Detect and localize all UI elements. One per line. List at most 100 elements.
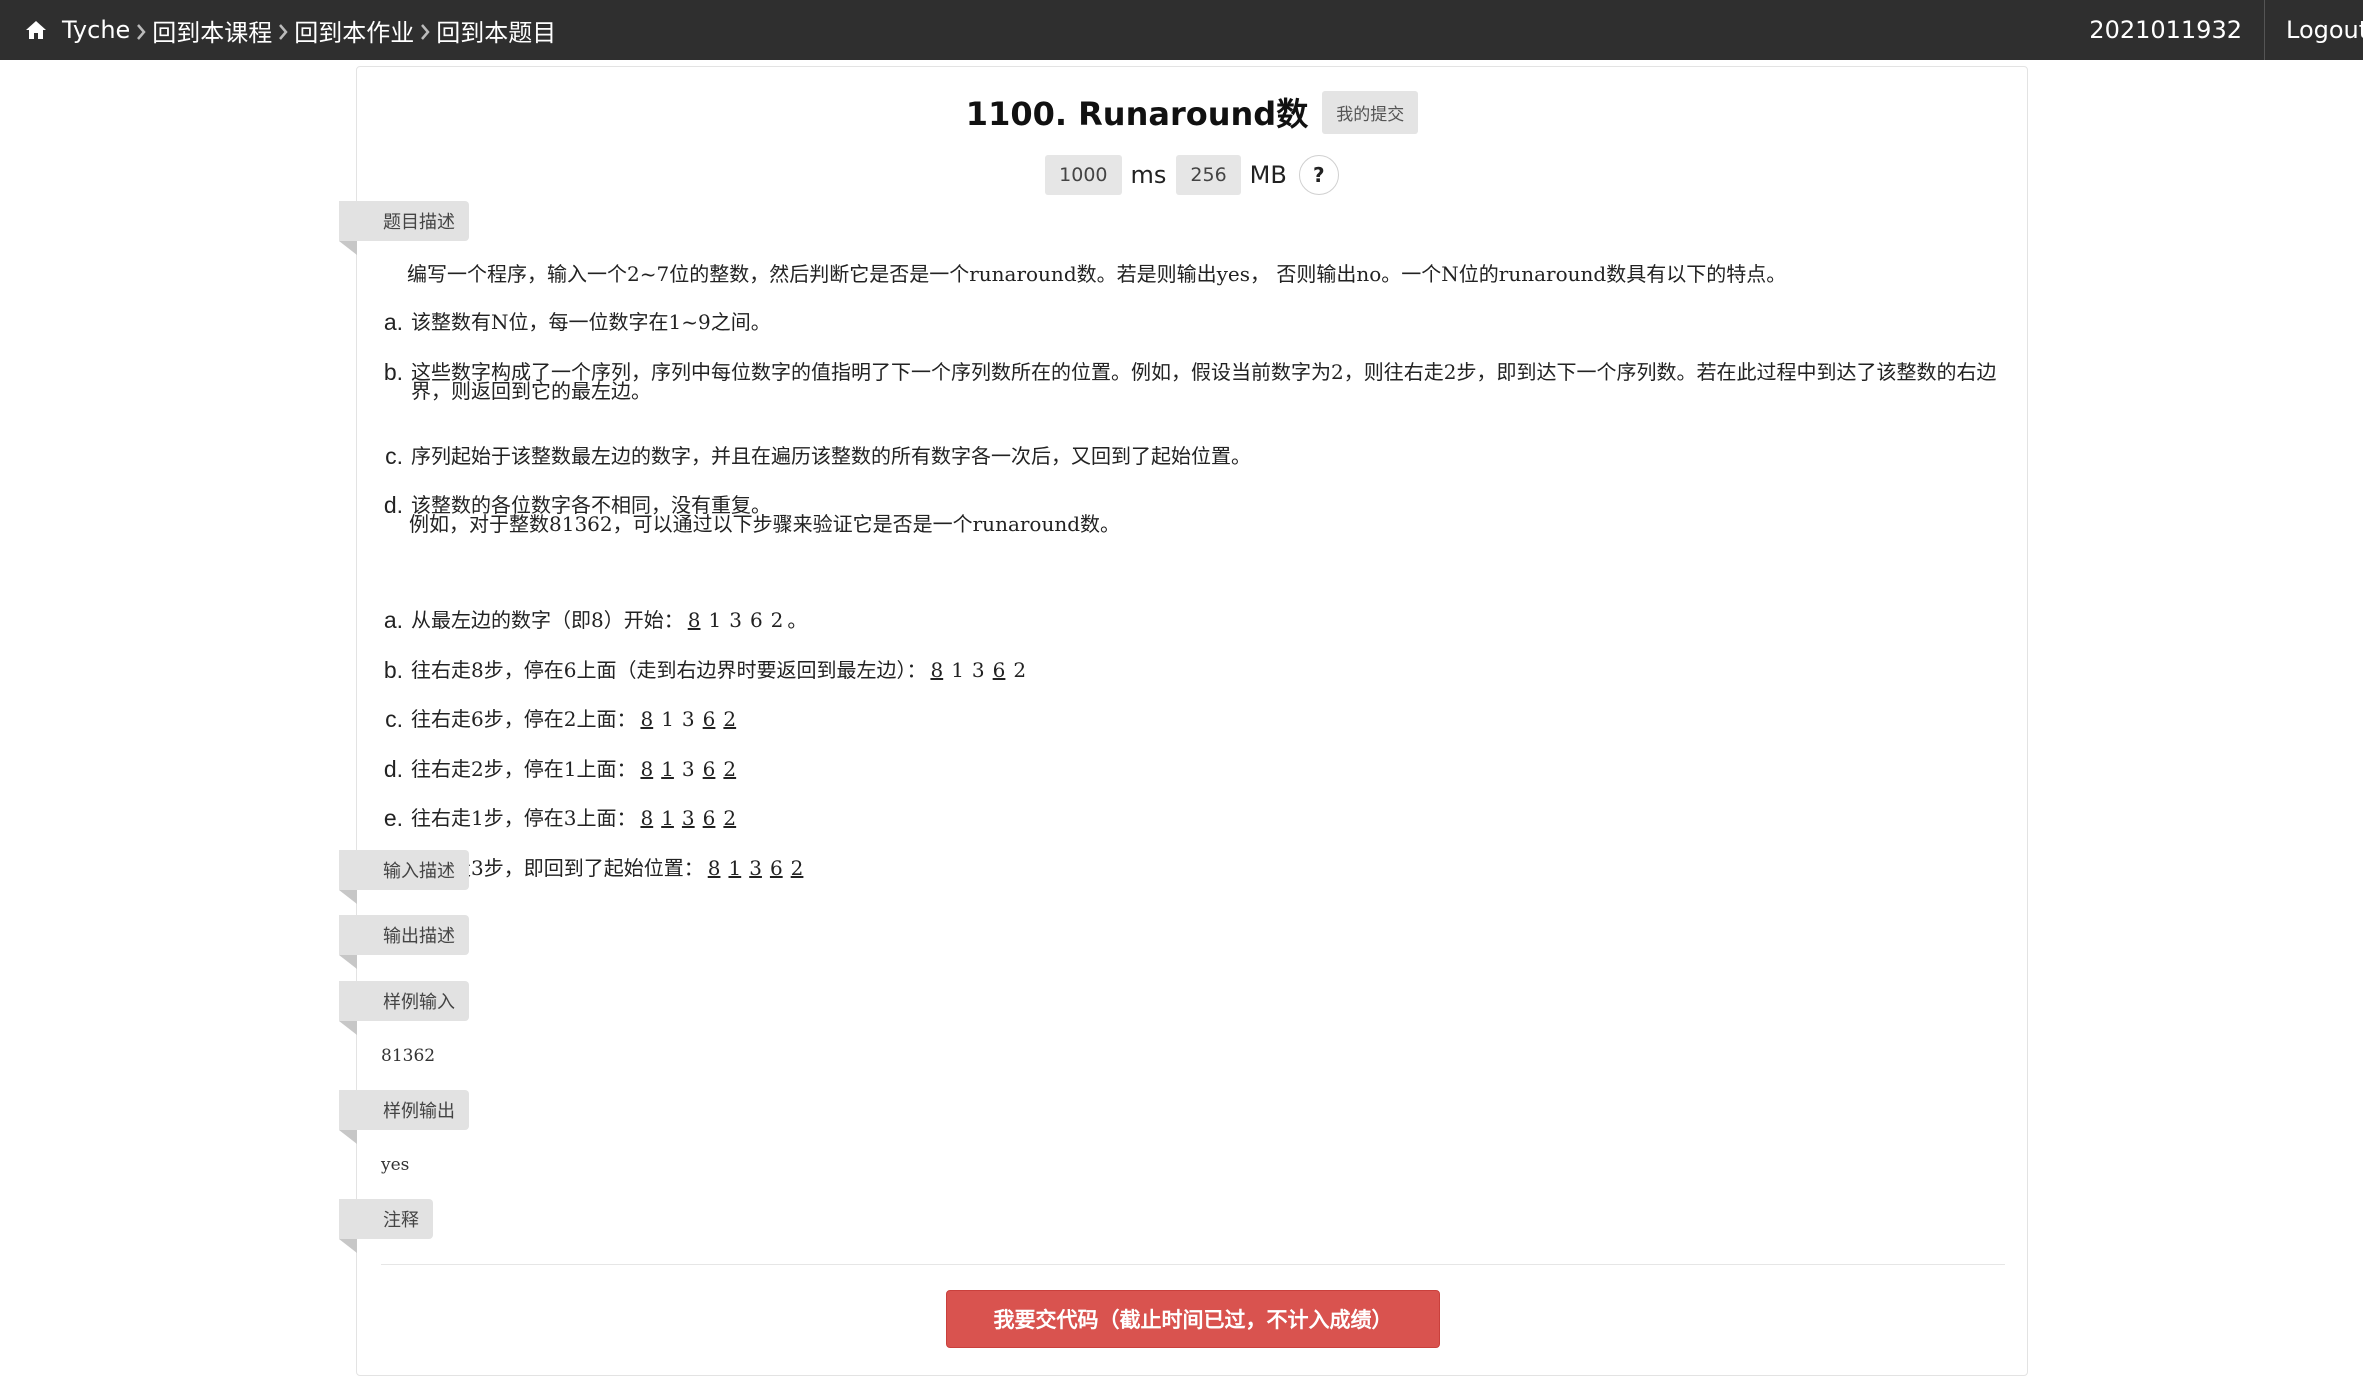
sample-output-value: yes (381, 1155, 410, 1175)
sequence-digit: 2 (1013, 658, 1027, 682)
step-item: c. 往右走6步，停在2上面： 8 1 3 6 2 (381, 706, 2001, 732)
nav-user-area: 2021011932 Logout (2089, 0, 2363, 60)
sequence-digit: 1 (728, 856, 742, 880)
chevron-right-icon (419, 20, 431, 40)
problem-panel: 1100. Runaround数 我的提交 1000 ms 256 MB ? 题… (339, 66, 2028, 1376)
my-submissions-button[interactable]: 我的提交 (1322, 90, 1419, 134)
brand-link[interactable]: Tyche (62, 16, 130, 44)
list-marker: e. (383, 805, 403, 831)
sequence-digit: 8 (640, 806, 654, 830)
divider (381, 1264, 2005, 1265)
top-navbar: Tyche 回到本课程 回到本作业 回到本题目 2021011932 Logou… (0, 0, 2363, 60)
description-intro: 编写一个程序，输入一个2~7位的整数，然后判断它是否是一个runaround数。… (407, 262, 1787, 286)
logout-link[interactable]: Logout (2265, 0, 2363, 60)
time-unit-label: ms (1130, 161, 1167, 189)
example-intro: 例如，对于整数81362，可以通过以下步骤来验证它是否是一个runaround数… (409, 512, 1121, 536)
step-item: d. 往右走2步，停在1上面： 8 1 3 6 2 (381, 756, 2001, 782)
section-tag-output: 输出描述 (339, 915, 469, 969)
section-tag-description: 题目描述 (339, 201, 469, 255)
sequence-digit: 2 (770, 608, 784, 632)
feature-item: b. 这些数字构成了一个序列，序列中每位数字的值指明了下一个序列数所在的位置。例… (381, 359, 2001, 403)
list-marker: d. (383, 492, 403, 518)
list-marker: a. (383, 309, 403, 335)
breadcrumb-problem[interactable]: 回到本题目 (436, 13, 556, 48)
title-row: 1100. Runaround数 我的提交 (357, 89, 2027, 135)
chevron-right-icon (135, 20, 147, 40)
feature-item: a. 该整数有N位，每一位数字在1~9之间。 (381, 309, 2001, 335)
section-tag-sample-output: 样例输出 (339, 1090, 469, 1144)
sequence-digit: 8 (640, 707, 654, 731)
sequence-digit: 6 (749, 608, 763, 632)
step-item: b. 往右走8步，停在6上面（走到右边界时要返回到最左边）： 8 1 3 6 2 (381, 657, 2001, 683)
sequence-digit: 6 (702, 757, 716, 781)
step-description: 往右走2步，停在1上面： (411, 757, 637, 781)
feature-text: 序列起始于该整数最左边的数字，并且在遍历该整数的所有数字各一次后，又回到了起始位… (411, 444, 1251, 468)
step-description: 往右走6步，停在2上面： (411, 707, 637, 731)
list-marker: b. (383, 359, 403, 385)
step-description: 从最左边的数字（即8）开始： (411, 608, 684, 632)
sequence-digit: 3 (681, 806, 695, 830)
step-item: a. 从最左边的数字（即8）开始： 8 1 3 6 2。 (381, 607, 2001, 633)
sequence-digit: 6 (992, 658, 1006, 682)
memory-limit-badge: 256 (1176, 155, 1241, 195)
sequence-digit: 1 (708, 608, 722, 632)
list-marker: c. (385, 706, 403, 732)
step-description: 往右走8步，停在6上面（走到右边界时要返回到最左边）： (411, 658, 927, 682)
sequence-digit: 3 (681, 757, 695, 781)
sequence-digit: 3 (749, 856, 762, 880)
feature-item: d. 该整数的各位数字各不相同，没有重复。 例如，对于整数81362，可以通过以… (381, 492, 2001, 536)
chevron-right-icon (277, 20, 289, 40)
step-item: f.往右走3步，即回到了起始位置：81362 (381, 856, 2001, 880)
sequence-digit: 3 (729, 608, 742, 632)
step-text: 往右走1步，停在3上面： 8 1 3 6 2 (411, 806, 2001, 830)
step-text: 往右走8步，停在6上面（走到右边界时要返回到最左边）： 8 1 3 6 2 (411, 658, 2001, 682)
step-text: 往右走3步，即回到了起始位置： 8 1 3 6 2 (411, 856, 2001, 880)
list-marker: b. (383, 657, 403, 683)
sequence-digit: 2 (723, 806, 737, 830)
sequence-digit: 8 (640, 757, 654, 781)
feature-text: 这些数字构成了一个序列，序列中每位数字的值指明了下一个序列数所在的位置。例如，假… (411, 360, 1997, 403)
step-text: 往右走6步，停在2上面： 8 1 3 6 2 (411, 707, 2001, 731)
feature-item: c. 序列起始于该整数最左边的数字，并且在遍历该整数的所有数字各一次后，又回到了… (381, 443, 2001, 469)
step-suffix: 。 (787, 608, 808, 632)
limits-row: 1000 ms 256 MB ? (357, 155, 2027, 195)
section-tag-sample-input: 样例输入 (339, 981, 469, 1035)
sequence-digit: 8 (930, 658, 944, 682)
memory-unit-label: MB (1249, 161, 1287, 189)
sequence-digit: 6 (702, 707, 716, 731)
feature-text: 该整数的各位数字各不相同，没有重复。 例如，对于整数81362，可以通过以下步骤… (409, 495, 2001, 536)
sequence-digit: 1 (661, 806, 674, 830)
sequence-digit: 3 (681, 707, 695, 731)
breadcrumb-assignment[interactable]: 回到本作业 (294, 13, 414, 48)
step-text: 往右走2步，停在1上面： 8 1 3 6 2 (411, 757, 2001, 781)
breadcrumb: Tyche 回到本课程 回到本作业 回到本题目 (0, 0, 556, 60)
sample-input-value: 81362 (381, 1046, 436, 1066)
help-button[interactable]: ? (1298, 155, 1339, 195)
sequence-digit: 1 (661, 757, 674, 781)
sequence-digit: 8 (707, 856, 721, 880)
sequence-digit: 1 (661, 707, 674, 731)
submit-code-button[interactable]: 我要交代码（截止时间已过，不计入成绩） (946, 1290, 1440, 1348)
breadcrumb-course[interactable]: 回到本课程 (152, 13, 272, 48)
problem-title: 1100. Runaround数 (965, 95, 1309, 133)
step-item: e. 往右走1步，停在3上面： 8 1 3 6 2 (381, 805, 2001, 831)
feature-text: 该整数有N位，每一位数字在1~9之间。 (411, 310, 771, 334)
section-tag-notes: 注释 (339, 1199, 433, 1253)
home-icon[interactable] (24, 19, 48, 41)
step-description: 往右走1步，停在3上面： (411, 806, 637, 830)
step-text: 从最左边的数字（即8）开始： 8 1 3 6 2。 (411, 608, 2001, 632)
sequence-digit: 2 (790, 856, 804, 880)
sequence-digit: 1 (951, 658, 964, 682)
sequence-digit: 6 (769, 856, 783, 880)
sequence-digit: 6 (702, 806, 716, 830)
sequence-digit: 2 (723, 757, 737, 781)
list-marker: d. (383, 756, 403, 782)
sequence-digit: 8 (687, 608, 701, 632)
section-tag-input: 输入描述 (339, 850, 469, 904)
user-id-link[interactable]: 2021011932 (2089, 0, 2264, 60)
time-limit-badge: 1000 (1045, 155, 1122, 195)
sequence-digit: 2 (723, 707, 737, 731)
list-marker: a. (383, 607, 403, 633)
list-marker: c. (385, 443, 403, 469)
sequence-digit: 3 (971, 658, 985, 682)
